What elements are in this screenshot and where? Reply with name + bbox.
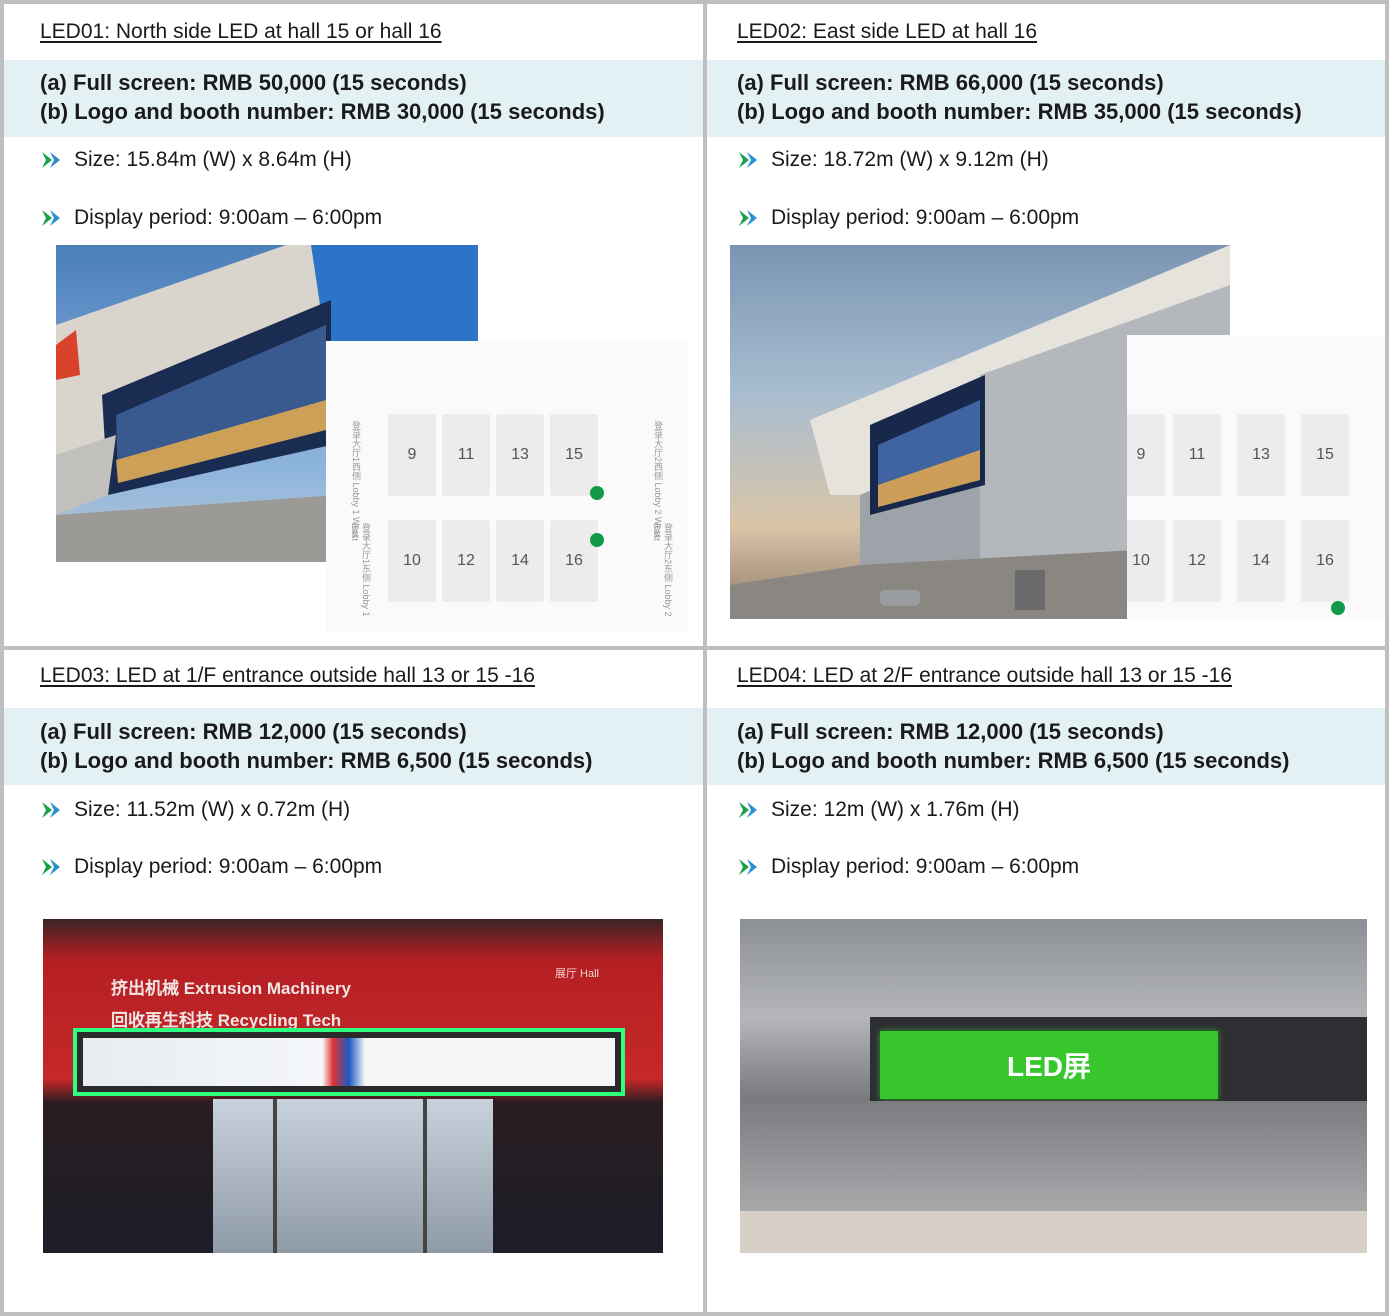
- double-chevron-right-icon: [42, 859, 60, 875]
- led02-cell: LED02: East side LED at hall 16 (a) Full…: [707, 4, 1385, 646]
- led01-price-band: (a) Full screen: RMB 50,000 (15 seconds)…: [4, 60, 703, 137]
- hall-10: 10: [388, 520, 436, 602]
- led03-period: Display period: 9:00am – 6:00pm: [74, 855, 383, 878]
- double-chevron-right-icon: [739, 152, 757, 168]
- led04-size: Size: 12m (W) x 1.76m (H): [771, 798, 1020, 821]
- led01-size-row: Size: 15.84m (W) x 8.64m (H): [40, 146, 352, 174]
- hall-10: 10: [1127, 520, 1165, 602]
- led02-size-row: Size: 18.72m (W) x 9.12m (H): [737, 146, 1049, 174]
- led02-period-row: Display period: 9:00am – 6:00pm: [737, 204, 1079, 232]
- double-chevron-right-icon: [739, 210, 757, 226]
- led02-title: LED02: East side LED at hall 16: [737, 20, 1038, 43]
- led03-price-band: (a) Full screen: RMB 12,000 (15 seconds)…: [4, 708, 703, 785]
- led01-size: Size: 15.84m (W) x 8.64m (H): [74, 148, 352, 171]
- led02-price-full: (a) Full screen: RMB 66,000 (15 seconds): [737, 70, 1164, 95]
- lobby-1-west-label: 登录大厅1西侧 Lobby 1 West: [351, 421, 361, 538]
- led03-hall-tag: 展厅 Hall: [555, 968, 600, 980]
- lobby-1-east-label: 登录大厅1东侧 Lobby 1 East: [350, 523, 371, 617]
- led04-size-row: Size: 12m (W) x 1.76m (H): [737, 796, 1020, 824]
- led01-hall-map: 9 11 13 15 10 12 14 16 登录大厅1西侧 Lobby 1 W…: [326, 341, 688, 631]
- led02-price-logo: (b) Logo and booth number: RMB 35,000 (1…: [737, 99, 1302, 124]
- hall-14: 14: [496, 520, 544, 602]
- hall-16: 16: [1301, 520, 1349, 602]
- hall-9: 9: [388, 414, 436, 496]
- led03-banner-line1: 挤出机械 Extrusion Machinery: [111, 979, 351, 998]
- double-chevron-right-icon: [739, 802, 757, 818]
- location-dot-hall-16: [1331, 601, 1345, 615]
- led03-led-strip: [83, 1038, 615, 1086]
- led04-led-screen: LED屏: [880, 1031, 1218, 1099]
- led03-price-full: (a) Full screen: RMB 12,000 (15 seconds): [40, 719, 467, 744]
- lobby-2-east-label: 登录大厅2东侧 Lobby 2 East: [652, 523, 673, 617]
- double-chevron-right-icon: [42, 210, 60, 226]
- hall-11: 11: [1173, 414, 1221, 496]
- led03-photo: 挤出机械 Extrusion Machinery 回收再生科技 Recyclin…: [43, 919, 663, 1253]
- led02-period: Display period: 9:00am – 6:00pm: [771, 206, 1080, 229]
- led01-price-full: (a) Full screen: RMB 50,000 (15 seconds): [40, 70, 467, 95]
- led03-title: LED03: LED at 1/F entrance outside hall …: [40, 664, 535, 687]
- led04-price-band: (a) Full screen: RMB 12,000 (15 seconds)…: [707, 708, 1385, 785]
- led01-cell: LED01: North side LED at hall 15 or hall…: [4, 4, 703, 646]
- hall-11: 11: [442, 414, 490, 496]
- led01-period: Display period: 9:00am – 6:00pm: [74, 206, 383, 229]
- hall-9: 9: [1127, 414, 1165, 496]
- led04-glass-doors: [740, 1101, 1367, 1211]
- led02-price-band: (a) Full screen: RMB 66,000 (15 seconds)…: [707, 60, 1385, 137]
- hall-16: 16: [550, 520, 598, 602]
- led03-doorway: [213, 1099, 493, 1253]
- led04-price-full: (a) Full screen: RMB 12,000 (15 seconds): [737, 719, 1164, 744]
- led04-ground: [740, 1211, 1367, 1253]
- location-dot-hall-15: [590, 486, 604, 500]
- hall-13: 13: [496, 414, 544, 496]
- hall-13: 13: [1237, 414, 1285, 496]
- double-chevron-right-icon: [739, 859, 757, 875]
- lobby-2-west-label: 登录大厅2西侧 Lobby 2 West: [653, 421, 663, 538]
- led04-led-label: LED屏: [1006, 1051, 1091, 1082]
- double-chevron-right-icon: [42, 802, 60, 818]
- led04-title: LED04: LED at 2/F entrance outside hall …: [737, 664, 1232, 687]
- led02-hall-map: 9 11 13 15 10 12 14 16: [1127, 335, 1385, 619]
- hall-12: 12: [1173, 520, 1221, 602]
- led03-size: Size: 11.52m (W) x 0.72m (H): [74, 798, 351, 821]
- led02-size: Size: 18.72m (W) x 9.12m (H): [771, 148, 1049, 171]
- led04-period: Display period: 9:00am – 6:00pm: [771, 855, 1080, 878]
- led03-cell: LED03: LED at 1/F entrance outside hall …: [4, 650, 703, 1312]
- led04-period-row: Display period: 9:00am – 6:00pm: [737, 853, 1079, 881]
- led03-size-row: Size: 11.52m (W) x 0.72m (H): [40, 796, 350, 824]
- hall-15: 15: [1301, 414, 1349, 496]
- hall-12: 12: [442, 520, 490, 602]
- led01-price-logo: (b) Logo and booth number: RMB 30,000 (1…: [40, 99, 605, 124]
- led03-period-row: Display period: 9:00am – 6:00pm: [40, 853, 382, 881]
- led01-title: LED01: North side LED at hall 15 or hall…: [40, 20, 442, 43]
- location-dot-hall-16: [590, 533, 604, 547]
- led03-door-frame: [423, 1099, 427, 1253]
- led03-led-strip-highlight: [73, 1028, 625, 1096]
- led04-cell: LED04: LED at 2/F entrance outside hall …: [707, 650, 1385, 1312]
- led03-door-frame: [273, 1099, 277, 1253]
- double-chevron-right-icon: [42, 152, 60, 168]
- led04-price-logo: (b) Logo and booth number: RMB 6,500 (15…: [737, 748, 1290, 773]
- led03-price-logo: (b) Logo and booth number: RMB 6,500 (15…: [40, 748, 593, 773]
- led04-photo: LED屏: [740, 919, 1367, 1253]
- hall-14: 14: [1237, 520, 1285, 602]
- hall-15: 15: [550, 414, 598, 496]
- led01-period-row: Display period: 9:00am – 6:00pm: [40, 204, 382, 232]
